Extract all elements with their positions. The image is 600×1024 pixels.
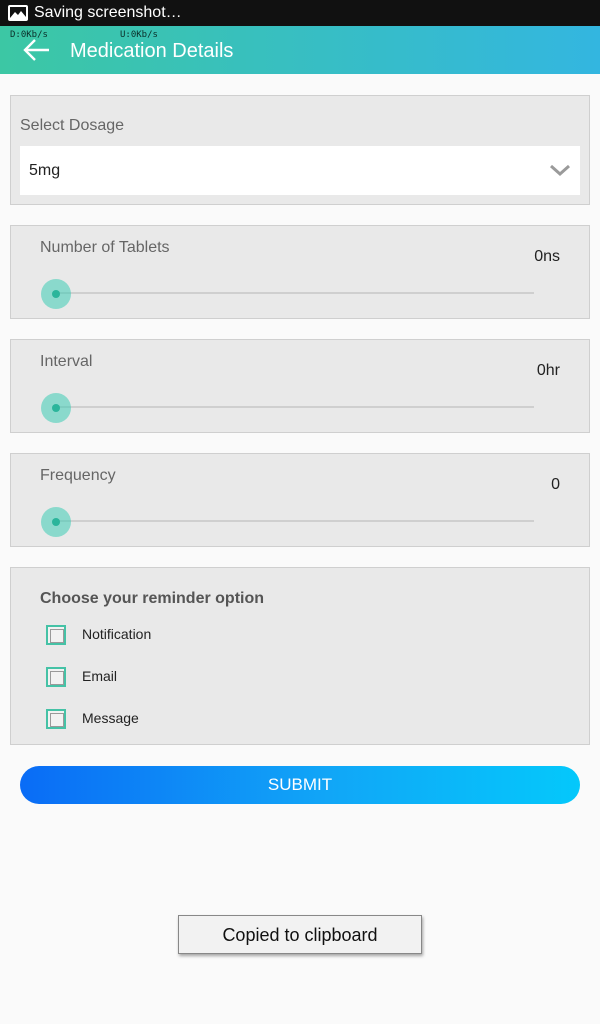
email-label[interactable]: Email bbox=[82, 668, 117, 684]
chevron-down-icon[interactable] bbox=[549, 162, 571, 178]
frequency-slider-track[interactable] bbox=[56, 520, 534, 522]
notification-option[interactable]: Notification bbox=[46, 625, 346, 645]
email-checkbox[interactable] bbox=[46, 667, 66, 687]
image-icon bbox=[8, 5, 28, 21]
email-option[interactable]: Email bbox=[46, 667, 346, 687]
app-bar: D:0Kb/s U:0Kb/s Medication Details bbox=[0, 26, 600, 74]
frequency-card: Frequency 0 bbox=[10, 453, 590, 547]
tablets-card: Number of Tablets 0ns bbox=[10, 225, 590, 319]
dosage-selected-value: 5mg bbox=[29, 162, 61, 179]
message-label[interactable]: Message bbox=[82, 710, 139, 726]
arrow-back-icon[interactable] bbox=[22, 38, 52, 62]
tablets-value: 0ns bbox=[534, 248, 560, 265]
interval-slider-track[interactable] bbox=[56, 406, 534, 408]
page-title: Medication Details bbox=[70, 40, 234, 62]
reminder-card: Choose your reminder option Notification… bbox=[10, 567, 590, 745]
dosage-label: Select Dosage bbox=[20, 117, 125, 134]
dosage-select[interactable]: 5mg bbox=[20, 146, 580, 195]
frequency-slider-thumb[interactable] bbox=[41, 507, 71, 537]
message-checkbox[interactable] bbox=[46, 709, 66, 729]
notification-checkbox[interactable] bbox=[46, 625, 66, 645]
tablets-slider-track[interactable] bbox=[56, 292, 534, 294]
status-bar: Saving screenshot… bbox=[0, 0, 600, 26]
submit-button[interactable]: SUBMIT bbox=[20, 766, 580, 804]
interval-value: 0hr bbox=[536, 362, 560, 379]
clipboard-toast: Copied to clipboard bbox=[178, 915, 422, 954]
status-text: Saving screenshot… bbox=[34, 4, 182, 21]
notification-label[interactable]: Notification bbox=[82, 626, 151, 642]
interval-label: Interval bbox=[40, 353, 93, 370]
interval-card: Interval 0hr bbox=[10, 339, 590, 433]
dosage-card: Select Dosage 5mg bbox=[10, 95, 590, 205]
tablets-slider-thumb[interactable] bbox=[41, 279, 71, 309]
interval-slider-thumb[interactable] bbox=[41, 393, 71, 423]
message-option[interactable]: Message bbox=[46, 709, 346, 729]
tablets-label: Number of Tablets bbox=[40, 239, 170, 256]
frequency-label: Frequency bbox=[40, 467, 116, 484]
reminder-title: Choose your reminder option bbox=[40, 590, 265, 607]
frequency-value: 0 bbox=[551, 476, 560, 493]
